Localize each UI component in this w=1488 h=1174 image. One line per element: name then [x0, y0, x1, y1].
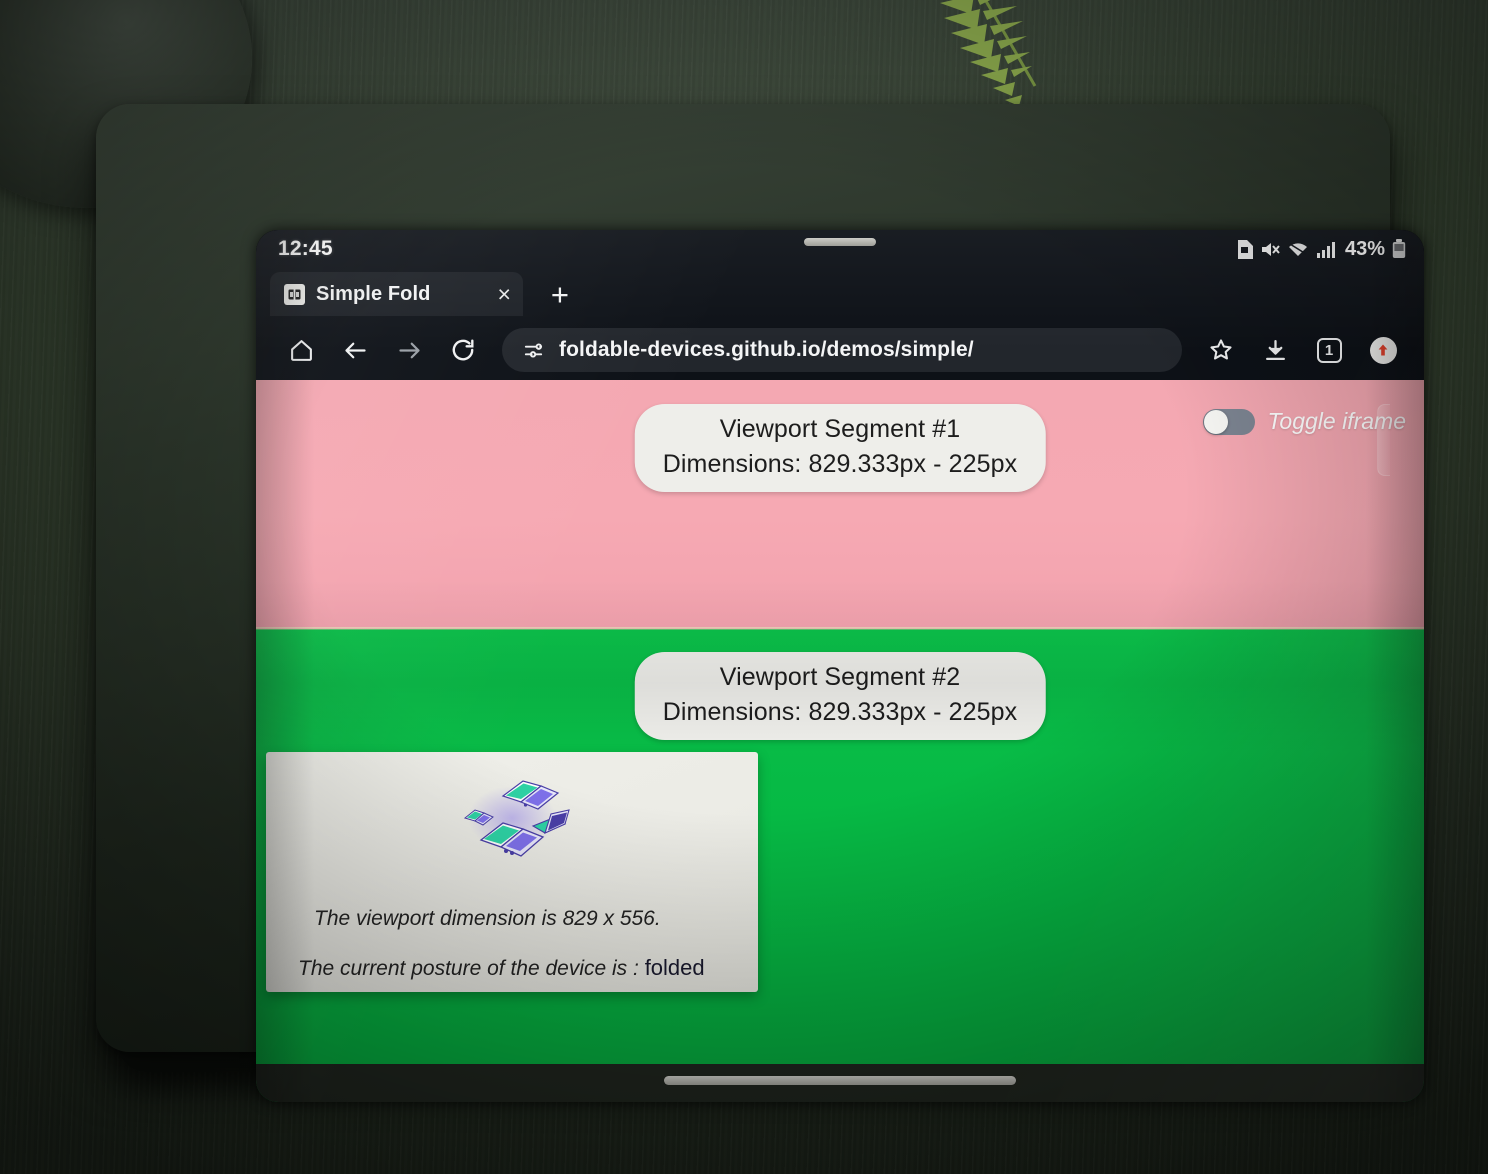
device-screen: 12:45 43% Simple Fold × + foldable-devic…: [256, 230, 1424, 1102]
tab-counter-button[interactable]: 1: [1302, 326, 1356, 374]
status-icon-tray: 43%: [1236, 238, 1406, 261]
profile-avatar: [1369, 336, 1397, 364]
home-gesture-pill[interactable]: [664, 1076, 1016, 1085]
star-icon[interactable]: [1194, 326, 1248, 374]
tab-count-label: 1: [1316, 337, 1342, 363]
screen-fold-seam: [256, 627, 1424, 630]
status-clock: 12:45: [278, 237, 333, 260]
toggle-knob: [1204, 409, 1229, 434]
home-icon[interactable]: [274, 326, 328, 374]
posture-text: The current posture of the device is : f…: [298, 955, 705, 981]
battery-icon: [1392, 239, 1406, 258]
toolbar-right-actions: 1: [1194, 326, 1410, 374]
segment-1-dimensions: Dimensions: 829.333px - 225px: [662, 450, 1018, 478]
posture-prefix: The current posture of the device is :: [298, 957, 645, 980]
segment-1-info-pill: Viewport Segment #1 Dimensions: 829.333p…: [634, 404, 1046, 492]
posture-value: folded: [644, 955, 705, 980]
cellular-signal-icon: [1316, 241, 1335, 258]
segment-1-title: Viewport Segment #1: [719, 415, 961, 443]
posture-info-card: The viewport dimension is 829 x 556. The…: [266, 752, 758, 992]
wifi-icon: [1288, 242, 1307, 256]
forward-arrow-icon[interactable]: [382, 326, 436, 374]
browser-tab-simple-fold[interactable]: Simple Fold ×: [270, 272, 523, 316]
toggle-iframe-control[interactable]: Toggle iframe: [1203, 408, 1406, 435]
profile-update-icon[interactable]: [1356, 326, 1410, 374]
foldable-device-shell: 12:45 43% Simple Fold × + foldable-devic…: [96, 104, 1424, 1102]
fold-favicon: [284, 283, 305, 305]
back-arrow-icon[interactable]: [328, 326, 382, 374]
reload-icon[interactable]: [436, 326, 490, 374]
segment-2-title: Viewport Segment #2: [719, 663, 961, 691]
site-settings-icon[interactable]: [522, 339, 545, 362]
browser-toolbar: foldable-devices.github.io/demos/simple/: [256, 320, 1424, 380]
download-icon[interactable]: [1248, 326, 1302, 374]
new-tab-icon[interactable]: +: [551, 279, 569, 310]
mute-icon: [1261, 242, 1280, 256]
browser-tab-strip: Simple Fold × +: [256, 268, 1424, 320]
web-page-content: Viewport Segment #1 Dimensions: 829.333p…: [256, 380, 1424, 1102]
sim-card-icon: [1237, 239, 1253, 259]
battery-percentage: 43%: [1344, 237, 1385, 260]
url-text: foldable-devices.github.io/demos/simple/: [559, 338, 974, 361]
toggle-iframe-switch[interactable]: [1203, 408, 1256, 435]
address-bar[interactable]: foldable-devices.github.io/demos/simple/: [502, 328, 1182, 372]
segment-2-info-pill: Viewport Segment #2 Dimensions: 829.333p…: [634, 652, 1046, 740]
system-gesture-nav-bar: [256, 1064, 1424, 1102]
close-icon[interactable]: ×: [497, 282, 510, 306]
viewport-dimension-text: The viewport dimension is 829 x 556.: [314, 907, 661, 930]
foldable-laptops-illustration: [463, 780, 570, 857]
device-side-button[interactable]: [1377, 404, 1390, 476]
tab-title: Simple Fold: [316, 282, 431, 305]
photo-scene: 12:45 43% Simple Fold × + foldable-devic…: [0, 0, 1488, 1174]
segment-2-dimensions: Dimensions: 829.333px - 225px: [662, 698, 1018, 726]
device-screen-bezel: 12:45 43% Simple Fold × + foldable-devic…: [256, 230, 1424, 1102]
speaker-grille: [804, 238, 876, 246]
status-bar: 12:45 43%: [256, 230, 1424, 268]
